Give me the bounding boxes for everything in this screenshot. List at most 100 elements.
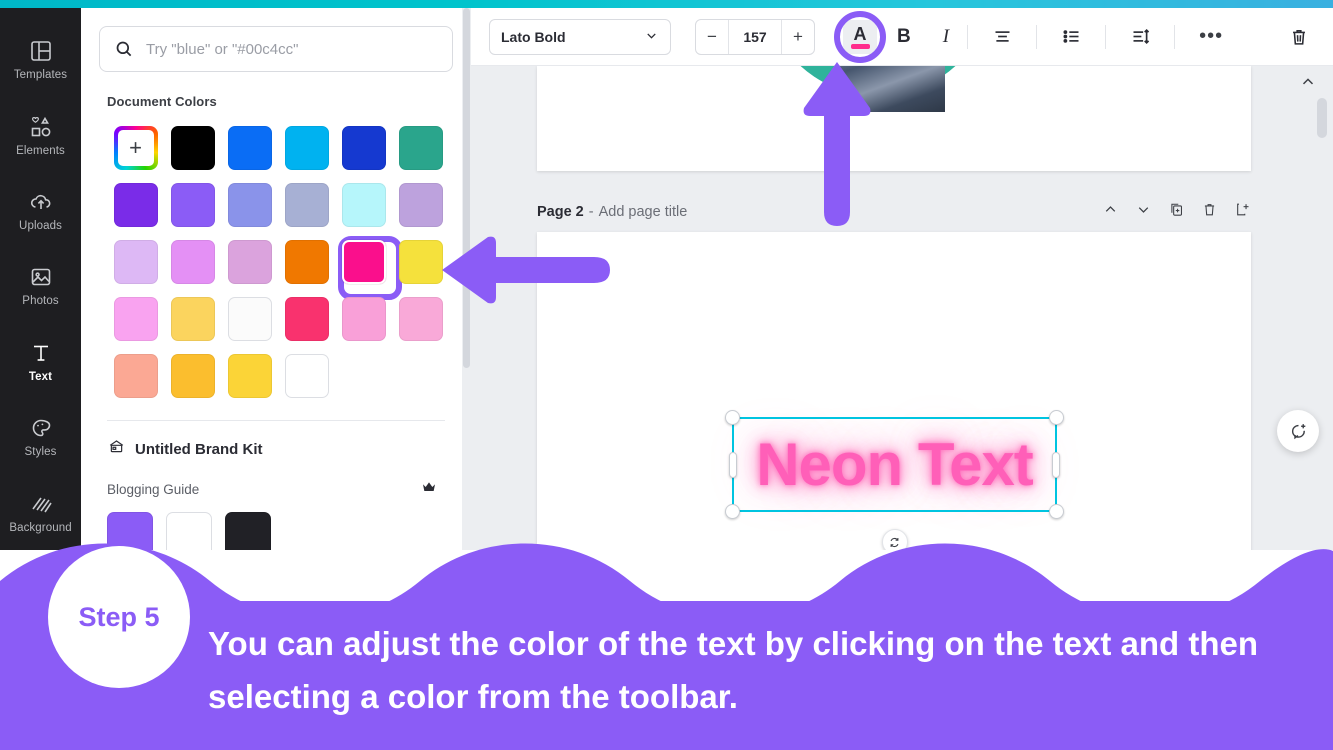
color-swatch[interactable]	[284, 125, 329, 170]
toolbar-separator	[1105, 24, 1107, 49]
left-sidebar: Templates Elements Uploads Photos Text S…	[0, 8, 81, 550]
color-swatch[interactable]	[170, 353, 215, 398]
color-swatch[interactable]	[284, 239, 329, 284]
text-color-button[interactable]: A	[834, 10, 886, 63]
page-title-placeholder[interactable]: Add page title	[599, 204, 688, 220]
text-toolbar: Lato Bold − 157 + A B I •••	[471, 8, 1333, 66]
more-options-button[interactable]: •••	[1193, 25, 1229, 48]
add-color-button[interactable]: +	[113, 125, 158, 170]
text-element-wrapper[interactable]: Neon Text	[725, 410, 1064, 550]
italic-button[interactable]: I	[943, 26, 949, 48]
color-swatch[interactable]	[227, 239, 272, 284]
color-swatch[interactable]	[398, 296, 443, 341]
top-accent-bar	[0, 0, 1333, 8]
swatch-cell	[164, 290, 221, 347]
color-swatch[interactable]	[227, 353, 272, 398]
page-1-thumbnail[interactable]	[537, 66, 1251, 171]
delete-page-icon[interactable]	[1201, 201, 1218, 223]
sidebar-item-uploads[interactable]: Uploads	[0, 173, 81, 248]
align-center-icon[interactable]	[986, 21, 1018, 53]
color-swatch[interactable]	[341, 182, 386, 227]
resize-handle-right[interactable]	[1052, 451, 1060, 478]
move-up-icon[interactable]	[1102, 201, 1119, 223]
trash-icon[interactable]	[1283, 21, 1315, 53]
brand-kit-row[interactable]: Untitled Brand Kit	[81, 421, 471, 461]
panel-scrollbar[interactable]	[462, 8, 471, 550]
swatch-cell	[278, 233, 335, 290]
swatch-cell	[107, 290, 164, 347]
search-box[interactable]	[99, 26, 453, 72]
color-swatch[interactable]	[170, 296, 215, 341]
brand-palette-row: Blogging Guide	[81, 461, 471, 500]
font-size-decrease[interactable]: −	[696, 20, 728, 54]
color-swatch[interactable]	[227, 125, 272, 170]
styles-icon	[28, 415, 54, 441]
add-comment-button[interactable]	[1277, 410, 1319, 452]
color-swatch[interactable]	[170, 182, 215, 227]
color-swatch[interactable]	[398, 239, 443, 284]
color-swatch[interactable]	[341, 296, 386, 341]
canvas-area[interactable]: Page 2 - Add page title Neon Text	[471, 66, 1333, 550]
color-swatch[interactable]	[284, 296, 329, 341]
sidebar-label-background: Background	[9, 521, 72, 534]
sidebar-label-uploads: Uploads	[19, 220, 62, 233]
resize-handle-top-left[interactable]	[725, 410, 740, 425]
color-swatch[interactable]	[170, 239, 215, 284]
color-swatch[interactable]	[341, 125, 386, 170]
page-2-canvas[interactable]: Neon Text	[537, 232, 1251, 550]
duplicate-icon[interactable]	[1168, 201, 1185, 223]
color-swatch[interactable]	[113, 239, 158, 284]
document-colors-grid: +	[81, 119, 471, 404]
swatch-cell	[107, 176, 164, 233]
color-swatch[interactable]	[284, 182, 329, 227]
resize-handle-top-right[interactable]	[1049, 410, 1064, 425]
font-family-select[interactable]: Lato Bold	[489, 18, 671, 55]
page-photo	[835, 66, 945, 112]
page-separator: -	[588, 204, 594, 220]
swatch-cell	[221, 347, 278, 404]
color-swatch[interactable]	[113, 296, 158, 341]
search-input[interactable]	[146, 40, 438, 58]
toolbar-separator	[967, 24, 969, 49]
resize-handle-bottom-right[interactable]	[1049, 504, 1064, 519]
bullet-list-icon[interactable]	[1055, 21, 1087, 53]
sidebar-item-templates[interactable]: Templates	[0, 22, 81, 97]
text-color-label: A	[853, 23, 867, 44]
swatch-cell	[335, 176, 392, 233]
search-section	[81, 8, 471, 72]
line-spacing-icon[interactable]	[1124, 21, 1156, 53]
color-swatch[interactable]	[227, 182, 272, 227]
font-size-value[interactable]: 157	[728, 19, 782, 54]
color-swatch[interactable]	[170, 125, 215, 170]
selection-box	[725, 410, 1064, 519]
color-swatch[interactable]	[113, 182, 158, 227]
sidebar-item-styles[interactable]: Styles	[0, 399, 81, 474]
swatch-cell	[278, 119, 335, 176]
panel-scrollbar-thumb[interactable]	[463, 8, 470, 368]
color-swatch[interactable]	[227, 296, 272, 341]
font-size-increase[interactable]: +	[782, 20, 814, 54]
search-icon	[114, 39, 134, 59]
photos-icon	[28, 264, 54, 290]
sidebar-item-text[interactable]: Text	[0, 324, 81, 399]
chevron-up-icon[interactable]	[1297, 71, 1319, 93]
color-swatch[interactable]	[284, 353, 329, 398]
bold-button[interactable]: B	[897, 26, 911, 48]
page-number-label: Page 2	[537, 204, 584, 220]
resize-handle-bottom-left[interactable]	[725, 504, 740, 519]
canvas-scrollbar-thumb[interactable]	[1317, 98, 1327, 138]
color-swatch[interactable]	[398, 182, 443, 227]
add-page-icon[interactable]	[1234, 201, 1251, 223]
swatch-cell	[392, 233, 449, 290]
move-down-icon[interactable]	[1135, 201, 1152, 223]
text-color-indicator	[850, 43, 870, 49]
color-swatch-selected[interactable]	[341, 239, 386, 284]
sidebar-item-photos[interactable]: Photos	[0, 248, 81, 323]
swatch-cell	[278, 347, 335, 404]
color-swatch[interactable]	[398, 125, 443, 170]
sidebar-item-elements[interactable]: Elements	[0, 97, 81, 172]
resize-handle-left[interactable]	[729, 451, 737, 478]
swatch-cell	[107, 233, 164, 290]
elements-icon	[28, 114, 54, 140]
color-swatch[interactable]	[113, 353, 158, 398]
